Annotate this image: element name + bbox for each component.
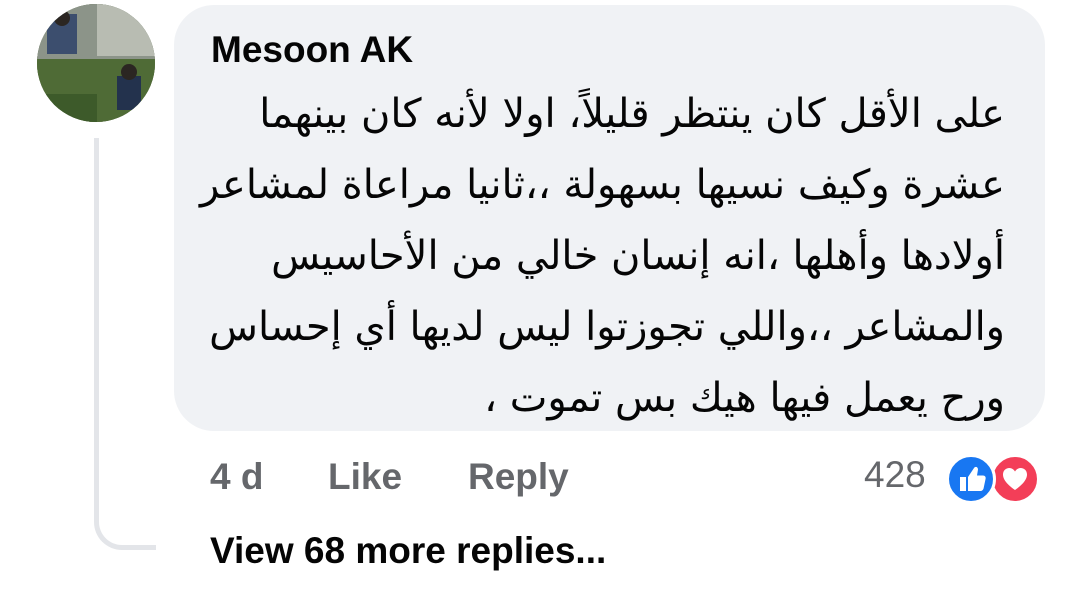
comment-text-line: على الأقل كان ينتظر قليلاً، اولا لأنه كا… <box>259 91 1005 137</box>
love-reaction-icon <box>990 454 1040 504</box>
like-reaction-icon <box>946 454 996 504</box>
comment-text-line: ورح يعمل فيها هيك بس تموت ، <box>484 375 1005 421</box>
avatar[interactable] <box>37 4 155 122</box>
comment-bubble: Mesoon AK على الأقل كان ينتظر قليلاً، او… <box>174 5 1045 431</box>
comment-text-line: والمشاعر ،،واللي تجوزتوا ليس لديها أي إح… <box>209 304 1005 350</box>
reply-button[interactable]: Reply <box>468 454 569 500</box>
reaction-count[interactable]: 428 <box>864 452 926 498</box>
comment-text-line: عشرة وكيف نسيها بسهولة ،،ثانيا مراعاة لم… <box>199 162 1005 208</box>
comment-timestamp[interactable]: 4 d <box>210 454 263 500</box>
view-more-replies-link[interactable]: View 68 more replies... <box>210 528 606 574</box>
comment-text: على الأقل كان ينتظر قليلاً، اولا لأنه كا… <box>199 79 1005 434</box>
author-name[interactable]: Mesoon AK <box>211 28 413 72</box>
comment-text-line: أولادها وأهلها ،انه إنسان خالي من الأحاس… <box>271 233 1005 279</box>
like-button[interactable]: Like <box>328 454 402 500</box>
thread-line <box>94 138 156 550</box>
reaction-icons[interactable] <box>946 452 1046 504</box>
